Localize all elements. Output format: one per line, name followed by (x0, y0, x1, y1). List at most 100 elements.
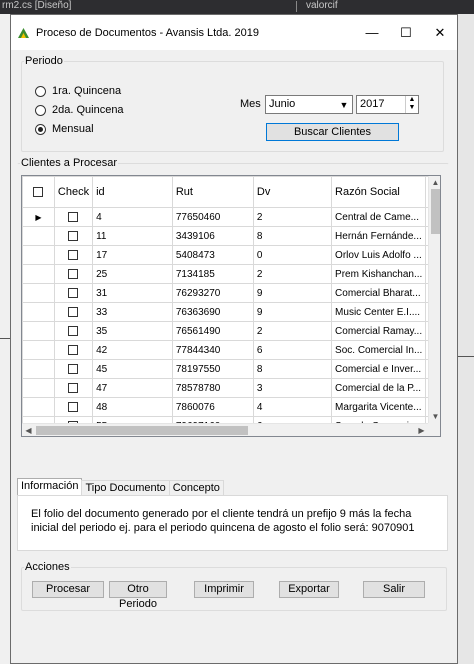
scroll-right-icon[interactable]: ▶ (415, 424, 428, 436)
buscar-clientes-button[interactable]: Buscar Clientes (266, 123, 399, 141)
cell-rut[interactable]: 76293270 (171, 283, 254, 303)
salir-button[interactable]: Salir (363, 581, 425, 598)
row-header[interactable] (22, 226, 55, 246)
row-header[interactable] (22, 378, 55, 398)
column-header-id[interactable]: id (92, 176, 173, 208)
minimize-button[interactable]: — (355, 15, 389, 50)
check-cell[interactable] (53, 340, 94, 360)
scroll-up-icon[interactable]: ▲ (429, 176, 440, 189)
tab-concepto[interactable]: Concepto (168, 480, 224, 495)
cell-id[interactable]: 11 (92, 226, 173, 246)
column-header-rut[interactable]: Rut (171, 176, 254, 208)
spinner-arrows-icon[interactable]: ▲ ▼ (405, 96, 418, 113)
procesar-button[interactable]: Procesar (32, 581, 104, 598)
year-spinner[interactable]: 2017 ▲ ▼ (356, 95, 419, 114)
scroll-thumb[interactable] (431, 189, 440, 234)
column-header-dv[interactable]: Dv (252, 176, 333, 208)
exportar-button[interactable]: Exportar (279, 581, 339, 598)
row-header[interactable] (22, 302, 55, 322)
cell-razon-social[interactable]: Hernán Fernánde... (331, 226, 427, 246)
cell-razon-social[interactable]: Prem Kishanchan... (331, 264, 427, 284)
scroll-thumb[interactable] (36, 426, 248, 435)
row-header[interactable] (22, 359, 55, 379)
column-header-razon-social[interactable]: Razón Social (331, 176, 427, 208)
close-button[interactable]: ✕ (423, 15, 457, 50)
row-checkbox[interactable] (68, 401, 79, 412)
table-row[interactable]: 31762932709Comercial Bharat...S (22, 283, 440, 303)
cell-dv[interactable]: 2 (252, 321, 333, 341)
cell-razon-social[interactable]: Music Center E.I.... (331, 302, 427, 322)
cell-razon-social[interactable]: Central de Came... (331, 207, 427, 227)
row-checkbox[interactable] (68, 344, 79, 355)
cell-dv[interactable]: 2 (252, 264, 333, 284)
cell-id[interactable]: 31 (92, 283, 173, 303)
radio-segunda-quincena[interactable]: 2da. Quincena (35, 104, 124, 116)
row-checkbox[interactable] (68, 287, 79, 298)
row-header[interactable] (22, 340, 55, 360)
cell-razon-social[interactable]: Comercial de la P... (331, 378, 427, 398)
clientes-grid[interactable]: Check id Rut Dv Razón Social ▶ 4 77650460 2… (21, 175, 441, 437)
otro-periodo-button[interactable]: Otro Periodo (109, 581, 167, 610)
tab-tipo-documento[interactable]: Tipo Documento (81, 480, 170, 495)
cell-id[interactable]: 45 (92, 359, 173, 379)
row-checkbox[interactable] (68, 249, 79, 260)
cell-dv[interactable]: 3 (252, 378, 333, 398)
cell-dv[interactable]: 0 (252, 245, 333, 265)
table-row[interactable]: 1754084730Orlov Luis Adolfo ...S (22, 245, 440, 265)
cell-rut[interactable]: 77650460 (171, 207, 254, 227)
cell-razon-social[interactable]: Comercial e Inver... (331, 359, 427, 379)
cell-rut[interactable]: 76561490 (171, 321, 254, 341)
cell-razon-social[interactable]: Comercial Bharat... (331, 283, 427, 303)
radio-mensual[interactable]: Mensual (35, 123, 94, 135)
cell-razon-social[interactable]: Soc. Comercial In... (331, 340, 427, 360)
cell-rut[interactable]: 7134185 (171, 264, 254, 284)
column-header-check[interactable]: Check (53, 176, 94, 208)
table-row[interactable]: 47785787803Comercial de la P...S (22, 378, 440, 398)
cell-rut[interactable]: 76363690 (171, 302, 254, 322)
table-row[interactable]: 4878600764Margarita Vicente...S (22, 397, 440, 417)
row-checkbox[interactable] (68, 230, 79, 241)
cell-dv[interactable]: 8 (252, 359, 333, 379)
cell-dv[interactable]: 9 (252, 302, 333, 322)
table-row[interactable]: ▶4776504602Central de Came...S (22, 207, 440, 227)
row-header[interactable] (22, 283, 55, 303)
row-header[interactable] (22, 264, 55, 284)
table-row[interactable]: 1134391068Hernán Fernánde...S (22, 226, 440, 246)
table-row[interactable]: 42778443406Soc. Comercial In...S (22, 340, 440, 360)
cell-id[interactable]: 4 (92, 207, 173, 227)
check-cell[interactable] (53, 321, 94, 341)
cell-id[interactable]: 42 (92, 340, 173, 360)
table-row[interactable]: 35765614902Comercial Ramay...S (22, 321, 440, 341)
check-cell[interactable] (53, 245, 94, 265)
cell-id[interactable]: 33 (92, 302, 173, 322)
cell-dv[interactable]: 9 (252, 283, 333, 303)
row-checkbox[interactable] (68, 268, 79, 279)
check-cell[interactable] (53, 264, 94, 284)
select-all-checkbox[interactable] (33, 187, 44, 198)
cell-razon-social[interactable]: Margarita Vicente... (331, 397, 427, 417)
cell-id[interactable]: 25 (92, 264, 173, 284)
row-header[interactable] (22, 245, 55, 265)
cell-rut[interactable]: 78197550 (171, 359, 254, 379)
table-row[interactable]: 45781975508Comercial e Inver...S (22, 359, 440, 379)
cell-rut[interactable]: 77844340 (171, 340, 254, 360)
row-checkbox[interactable] (68, 382, 79, 393)
check-cell[interactable] (53, 397, 94, 417)
row-header[interactable]: ▶ (22, 207, 55, 227)
scroll-left-icon[interactable]: ◀ (22, 424, 35, 436)
cell-id[interactable]: 47 (92, 378, 173, 398)
imprimir-button[interactable]: Imprimir (194, 581, 254, 598)
row-checkbox[interactable] (68, 363, 79, 374)
row-header[interactable] (22, 397, 55, 417)
cell-rut[interactable]: 7860076 (171, 397, 254, 417)
check-cell[interactable] (53, 359, 94, 379)
cell-rut[interactable]: 78578780 (171, 378, 254, 398)
check-cell[interactable] (53, 283, 94, 303)
check-cell[interactable] (53, 302, 94, 322)
check-cell[interactable] (53, 226, 94, 246)
table-row[interactable]: 33763636909Music Center E.I....S (22, 302, 440, 322)
cell-dv[interactable]: 8 (252, 226, 333, 246)
cell-id[interactable]: 17 (92, 245, 173, 265)
cell-dv[interactable]: 6 (252, 340, 333, 360)
row-header[interactable] (22, 321, 55, 341)
